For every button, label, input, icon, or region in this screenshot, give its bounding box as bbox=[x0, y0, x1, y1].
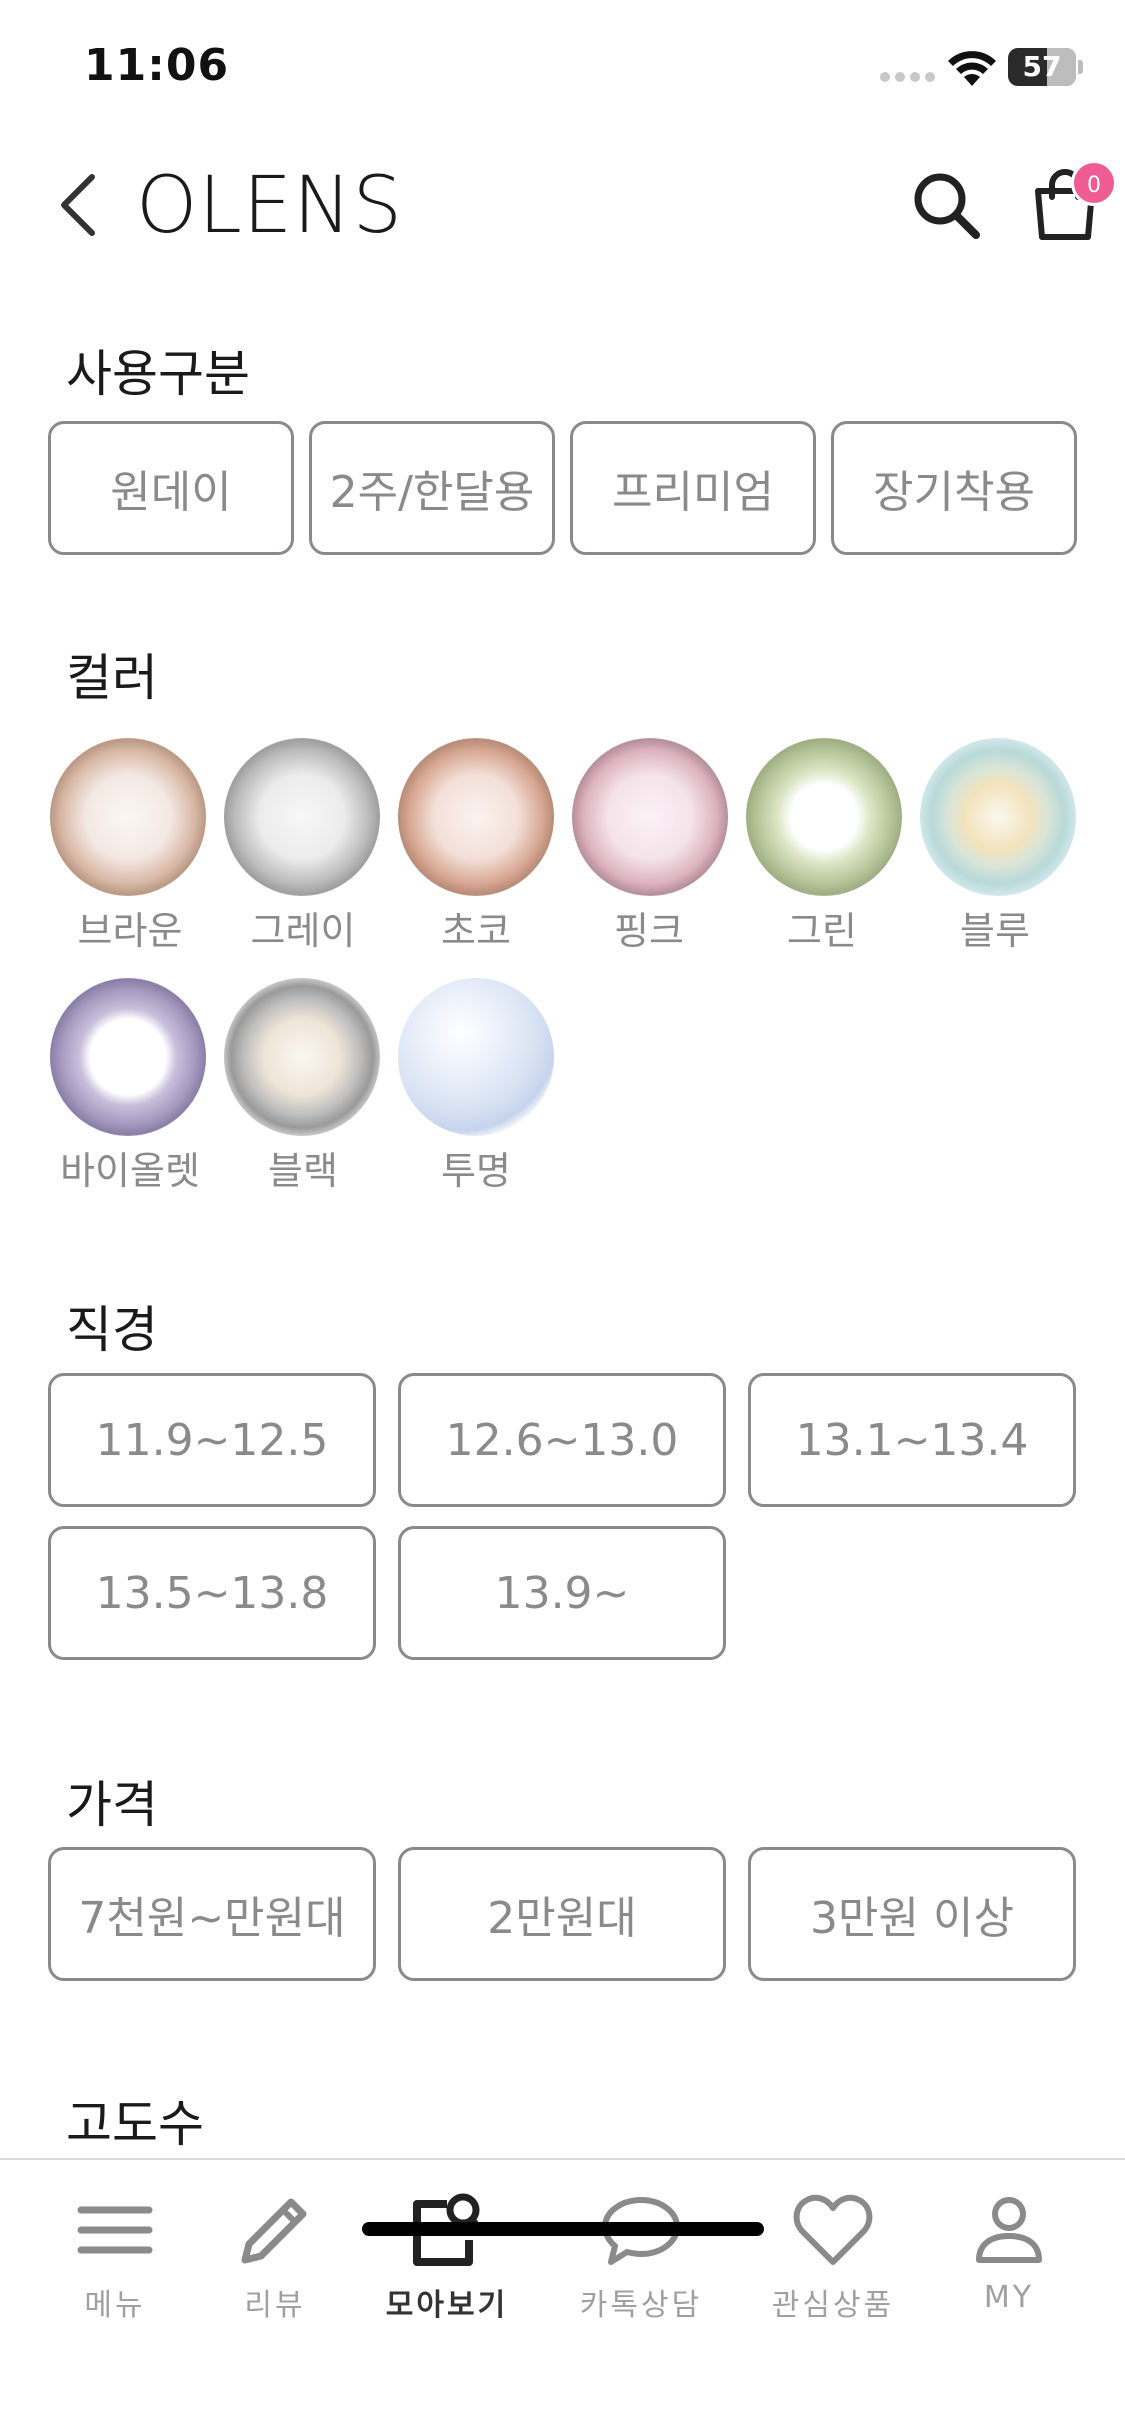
battery-level: 57 bbox=[1022, 50, 1062, 83]
usage-option-oneday[interactable]: 원데이 bbox=[48, 421, 294, 555]
nav-wishlist[interactable]: 관심상품 bbox=[743, 2190, 923, 2323]
color-label-pink: 핑크 bbox=[614, 909, 684, 953]
nav-menu[interactable]: 메뉴 bbox=[25, 2190, 205, 2323]
color-swatch-violet[interactable] bbox=[50, 978, 206, 1136]
color-swatch-gray[interactable] bbox=[224, 738, 380, 896]
color-label-gray: 그레이 bbox=[250, 909, 356, 953]
price-option-2[interactable]: 2만원대 bbox=[398, 1847, 726, 1981]
color-label-green: 그린 bbox=[787, 909, 857, 953]
usage-option-long-term[interactable]: 장기착용 bbox=[831, 421, 1077, 555]
back-button[interactable] bbox=[56, 173, 106, 237]
cart-count-badge: 0 bbox=[1071, 160, 1117, 206]
nav-chat-label: 카톡상담 bbox=[579, 2288, 703, 2323]
diameter-section-title: 직경 bbox=[66, 1301, 158, 1359]
color-swatch-clear[interactable] bbox=[398, 978, 554, 1136]
price-option-1[interactable]: 7천원~만원대 bbox=[48, 1847, 376, 1981]
color-label-clear: 투명 bbox=[441, 1149, 511, 1193]
color-label-choco: 초코 bbox=[441, 909, 511, 953]
wifi-icon bbox=[948, 51, 996, 86]
header: OLENS bbox=[0, 135, 1125, 275]
battery-icon: 57 bbox=[1008, 48, 1076, 86]
nav-my-label: MY bbox=[983, 2280, 1035, 2315]
color-swatch-black[interactable] bbox=[224, 978, 380, 1136]
nav-review[interactable]: 리뷰 bbox=[185, 2190, 365, 2323]
color-label-brown: 브라운 bbox=[77, 909, 183, 953]
color-section-title: 컬러 bbox=[66, 649, 158, 707]
nav-browse-label: 모아보기 bbox=[385, 2288, 509, 2323]
color-label-black: 블랙 bbox=[268, 1149, 338, 1193]
status-time: 11:06 bbox=[84, 40, 230, 91]
nav-my[interactable]: MY bbox=[919, 2190, 1099, 2320]
usage-option-2week-month[interactable]: 2주/한달용 bbox=[309, 421, 555, 555]
person-icon bbox=[976, 2197, 1042, 2263]
color-label-violet: 바이올렛 bbox=[60, 1149, 200, 1193]
bottom-nav: 메뉴 리뷰 모아보기 카톡상담 관심상품 MY bbox=[0, 2158, 1125, 2436]
menu-icon bbox=[77, 2206, 153, 2254]
nav-menu-label: 메뉴 bbox=[84, 2288, 146, 2323]
nav-wishlist-label: 관심상품 bbox=[771, 2288, 895, 2323]
usage-section-title: 사용구분 bbox=[66, 345, 250, 403]
signal-icon bbox=[880, 72, 935, 82]
price-section-title: 가격 bbox=[66, 1776, 158, 1834]
brand-logo[interactable]: OLENS bbox=[136, 161, 403, 251]
heart-icon bbox=[793, 2194, 873, 2265]
power-section-title: 고도수 bbox=[66, 2095, 204, 2153]
color-swatch-green[interactable] bbox=[746, 738, 902, 896]
usage-option-premium[interactable]: 프리미엄 bbox=[570, 421, 816, 555]
pencil-icon bbox=[241, 2198, 307, 2264]
search-icon[interactable] bbox=[910, 169, 982, 241]
diameter-option-3[interactable]: 13.1~13.4 bbox=[748, 1373, 1076, 1507]
diameter-option-2[interactable]: 12.6~13.0 bbox=[398, 1373, 726, 1507]
color-swatch-brown[interactable] bbox=[50, 738, 206, 896]
diameter-option-5[interactable]: 13.9~ bbox=[398, 1526, 726, 1660]
nav-review-label: 리뷰 bbox=[244, 2288, 306, 2323]
diameter-option-1[interactable]: 11.9~12.5 bbox=[48, 1373, 376, 1507]
battery-cap bbox=[1078, 60, 1083, 74]
home-indicator bbox=[362, 2222, 764, 2236]
color-swatch-choco[interactable] bbox=[398, 738, 554, 896]
color-swatch-blue[interactable] bbox=[920, 738, 1076, 896]
color-label-blue: 블루 bbox=[960, 909, 1030, 953]
nav-chat[interactable]: 카톡상담 bbox=[551, 2190, 731, 2323]
diameter-option-4[interactable]: 13.5~13.8 bbox=[48, 1526, 376, 1660]
nav-browse[interactable]: 모아보기 bbox=[357, 2190, 537, 2323]
color-swatch-pink[interactable] bbox=[572, 738, 728, 896]
status-bar: 11:06 57 bbox=[0, 0, 1125, 135]
price-option-3[interactable]: 3만원 이상 bbox=[748, 1847, 1076, 1981]
